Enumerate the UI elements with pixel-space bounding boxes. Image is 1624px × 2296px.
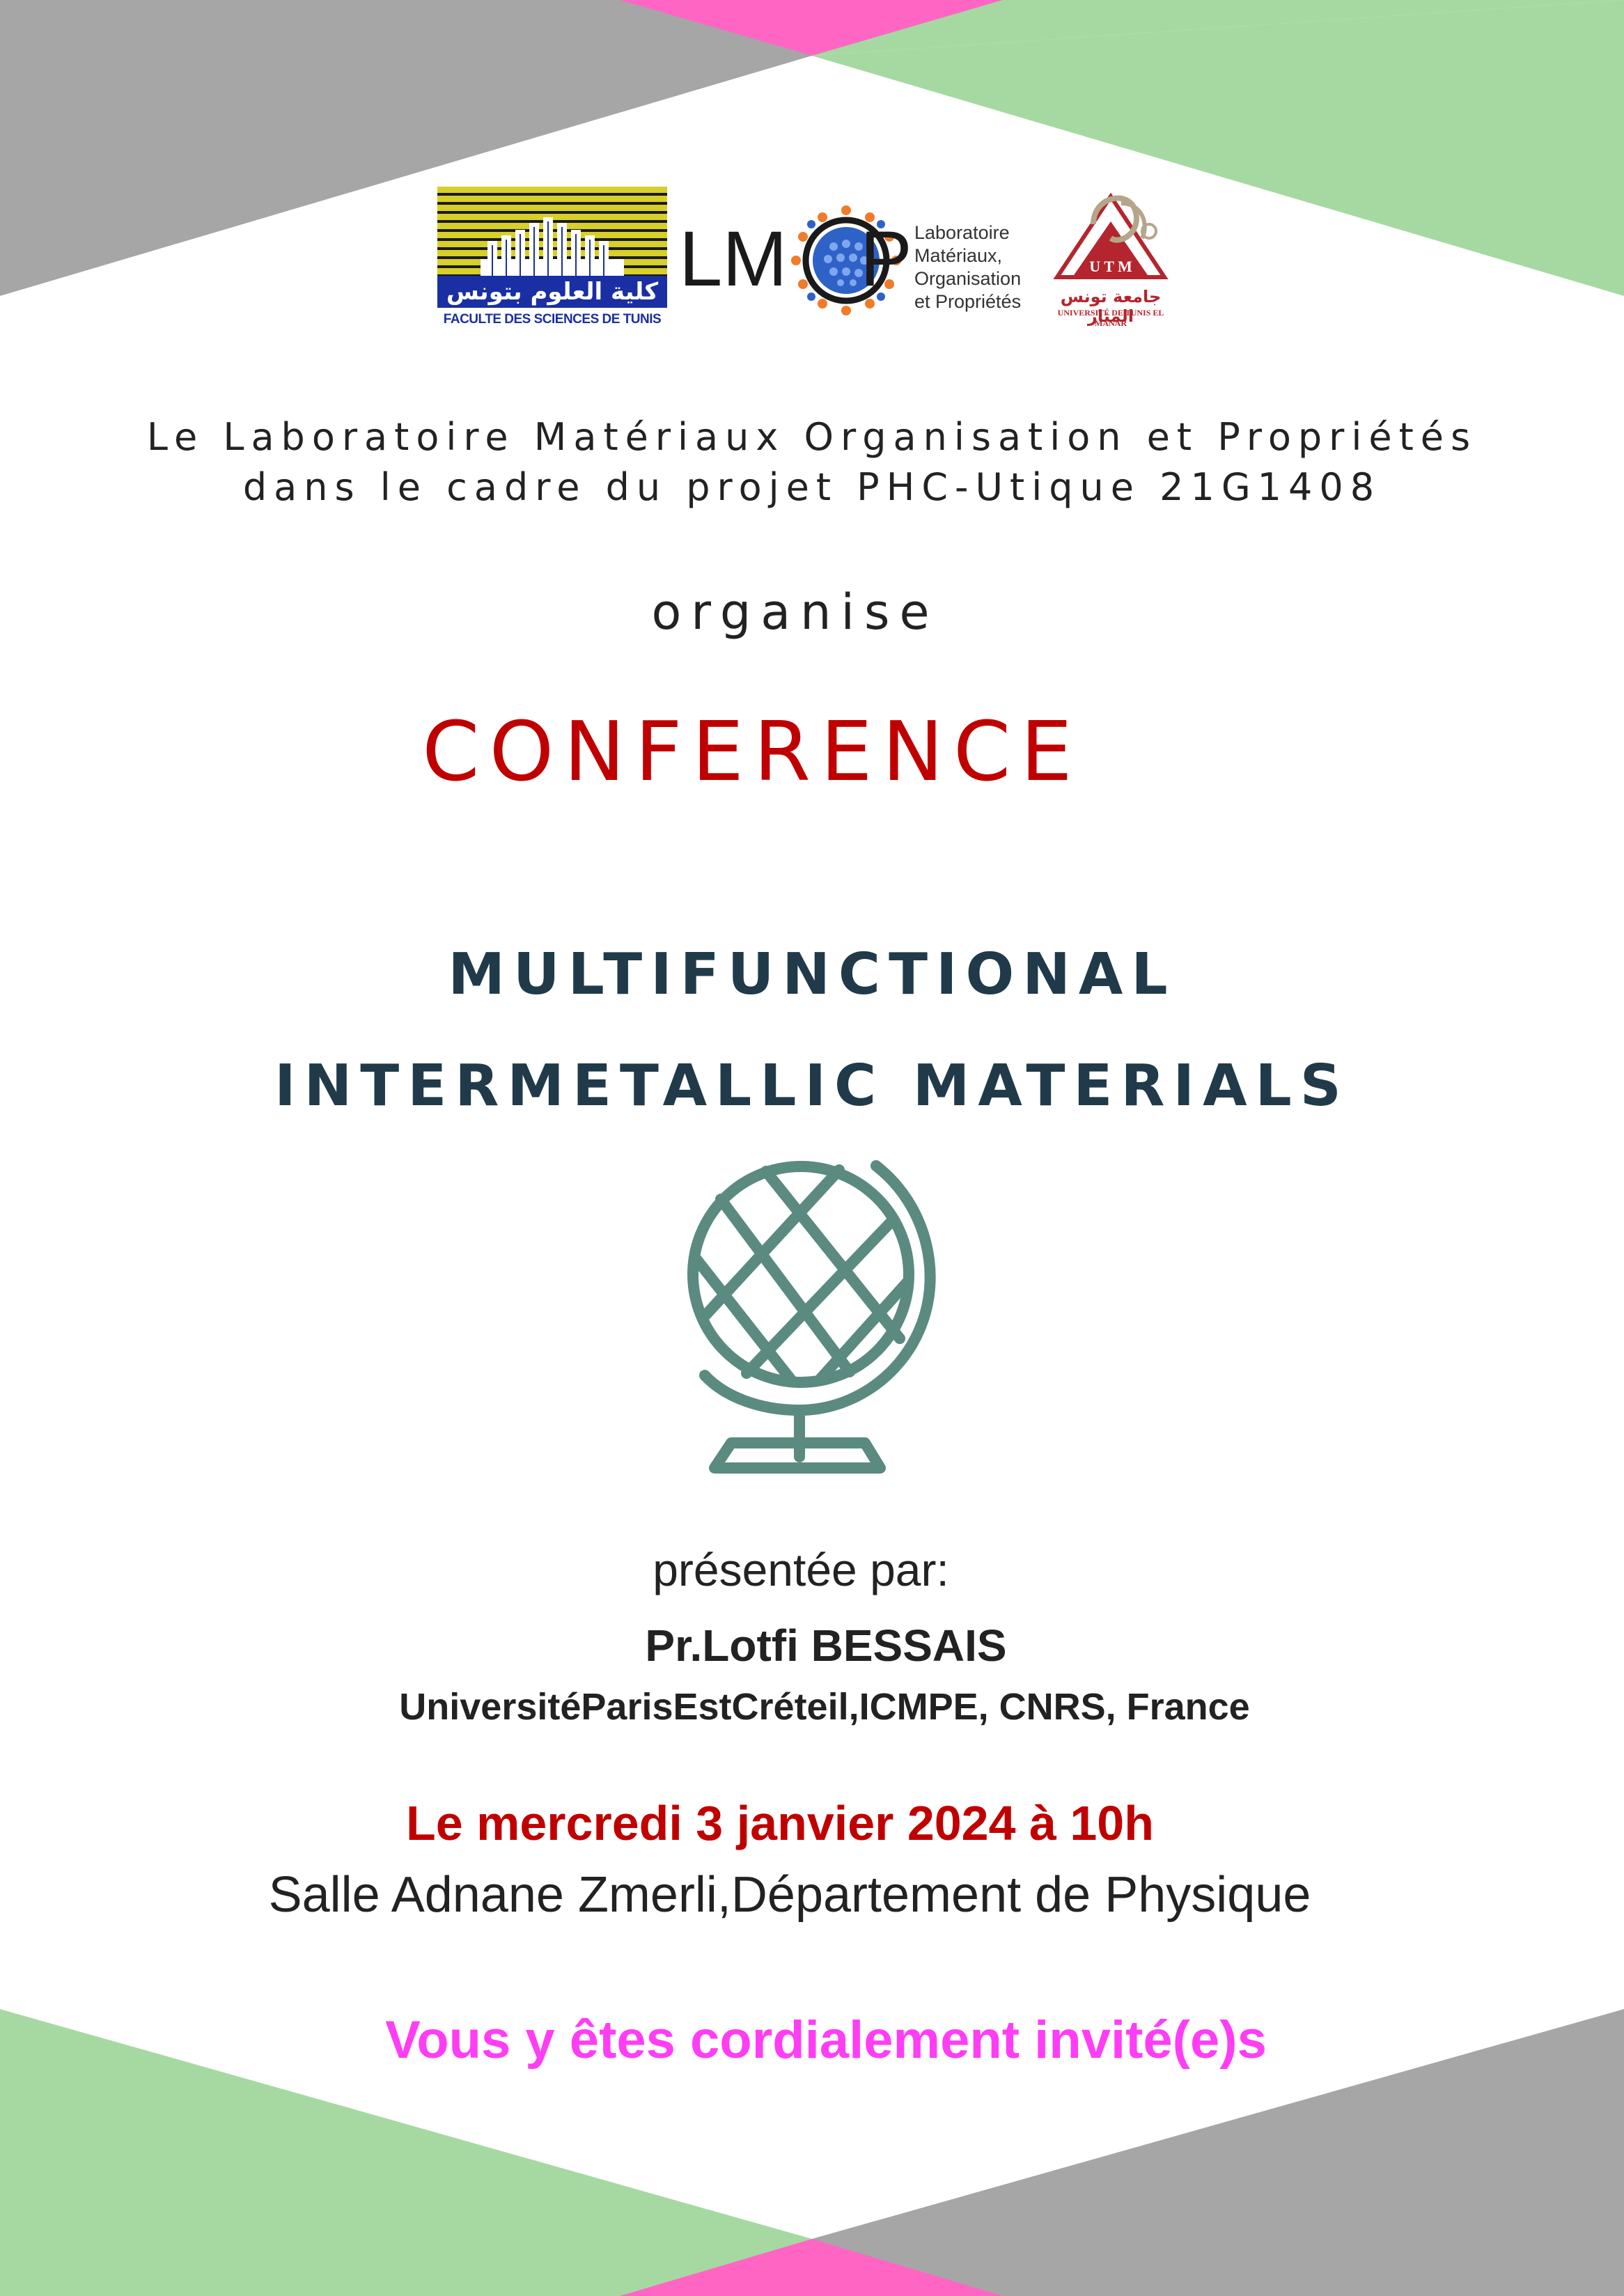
event-type-title: CONFERENCE bbox=[422, 703, 1082, 799]
organise-label: organise bbox=[651, 584, 939, 641]
globe-icon bbox=[687, 1160, 936, 1474]
utm-letters: U T M bbox=[1089, 258, 1132, 275]
utm-logo: U T M جامعة تونس المنار UNIVERSITÉ DE TU… bbox=[1045, 182, 1177, 328]
utm-emblem-icon: U T M bbox=[1053, 192, 1169, 279]
lmop-text-line: Organisation bbox=[914, 268, 1022, 289]
flyer: كلية العلوم بتونس FACULTE DES SCIENCES D… bbox=[0, 0, 1624, 2296]
header-line-1: Le Laboratoire Matériaux Organisation et… bbox=[146, 415, 1478, 459]
lmop-letter-p: P bbox=[860, 215, 912, 302]
lmop-text-line: Matériaux, bbox=[914, 245, 1003, 266]
event-location: Salle Adnane Zmerli,Département de Physi… bbox=[268, 1867, 1311, 1923]
invitation-text: Vous y êtes cordialement invité(e)s bbox=[385, 2010, 1267, 2070]
fst-logo: كلية العلوم بتونس FACULTE DES SCIENCES D… bbox=[437, 187, 667, 330]
fst-caption: FACULTE DES SCIENCES DE TUNIS bbox=[443, 312, 662, 327]
fst-arabic-name: كلية العلوم بتونس bbox=[446, 278, 659, 306]
presenter-label: présentée par: bbox=[653, 1544, 949, 1595]
lmop-text: Laboratoire Matériaux, Organisation et P… bbox=[914, 221, 1021, 313]
header-line-2: dans le cadre du projet PHC-Utique 21G14… bbox=[242, 465, 1382, 509]
lmop-letters: LM bbox=[679, 215, 788, 302]
event-date: Le mercredi 3 janvier 2024 à 10h bbox=[406, 1796, 1154, 1850]
conference-title-line-2: INTERMETALLIC MATERIALS bbox=[274, 1053, 1350, 1119]
lmop-logo: LM P Laboratoire Matériaux, Organisation… bbox=[679, 187, 1031, 330]
lmop-text-line: Laboratoire bbox=[914, 222, 1010, 243]
building-icon bbox=[481, 217, 624, 279]
presenter-name: Pr.Lotfi BESSAIS bbox=[645, 1621, 1007, 1671]
conference-title-line-1: MULTIFUNCTIONAL bbox=[448, 942, 1176, 1008]
utm-caption: UNIVERSITÉ DE TUNIS EL MANAR bbox=[1057, 308, 1164, 328]
lmop-text-line: et Propriétés bbox=[914, 291, 1022, 312]
presenter-affiliation: UniversitéParisEstCréteil,ICMPE, CNRS, F… bbox=[399, 1686, 1250, 1728]
